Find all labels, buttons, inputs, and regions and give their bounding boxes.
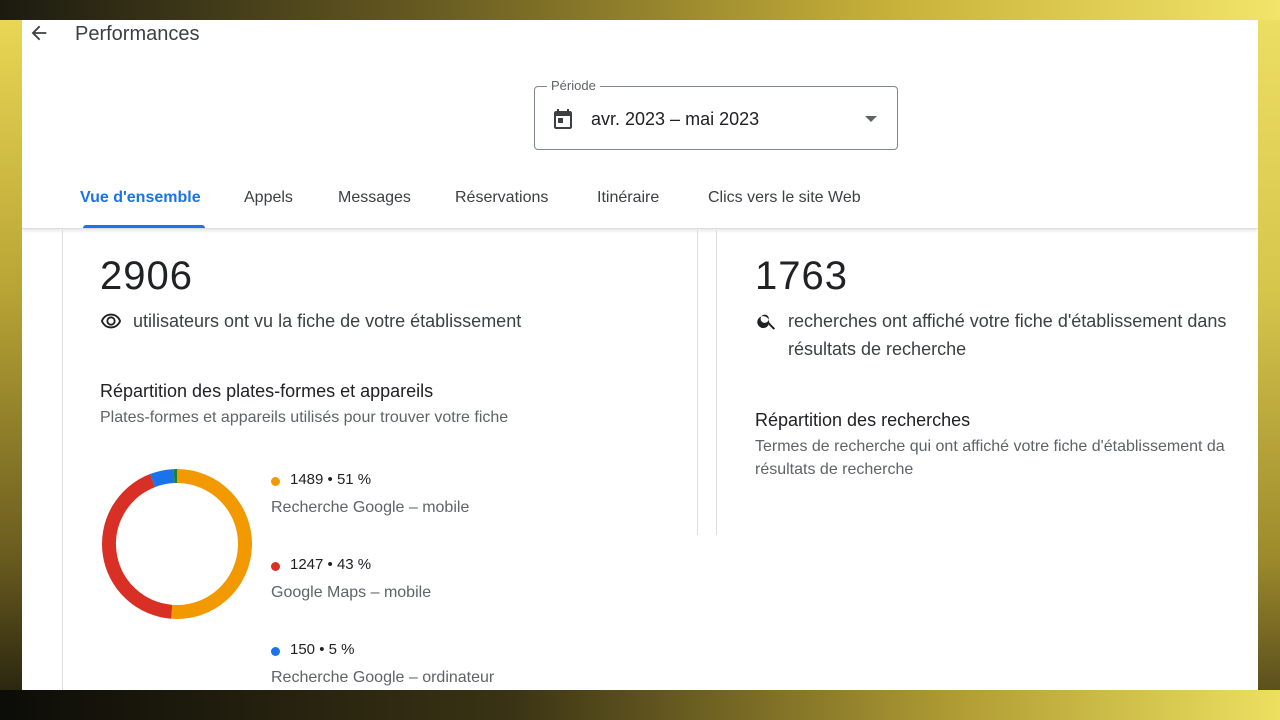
legend-dot-orange [271,477,280,486]
tab-messages[interactable]: Messages [338,189,411,207]
searches-total: 1763 [755,254,848,298]
tab-bar: Vue d'ensemble Appels Messages Réservati… [22,180,1258,229]
searches-breakdown-title: Répartition des recherches [755,410,971,430]
legend-label: Recherche Google – ordinateur [271,669,495,686]
searches-breakdown-subtitle-line2: résultats de recherche [755,461,914,478]
tab-calls[interactable]: Appels [244,189,293,207]
card-border-right [716,230,717,535]
searches-breakdown-subtitle: Termes de recherche qui ont affiché votr… [755,435,1225,481]
legend-value: 1247 • 43 % [290,556,372,573]
searches-description-line2: résultats de recherche [788,339,967,359]
search-icon [756,310,778,332]
views-description: utilisateurs ont vu la fiche de votre ét… [133,311,522,331]
card-border-middle [697,230,698,535]
eye-icon [100,310,122,332]
tab-reservations[interactable]: Réservations [455,189,548,207]
arrow-left-icon[interactable] [26,22,52,46]
platforms-subtitle: Plates-formes et appareils utilisés pour… [100,409,509,426]
donut-slice [171,469,252,619]
legend-label: Google Maps – mobile [271,584,432,601]
page-title: Performances [75,23,200,45]
top-bar: Performances [22,20,1258,48]
legend-dot-red [271,562,280,571]
legend-value: 150 • 5 % [290,641,355,658]
card-border-left [62,230,63,690]
chevron-down-icon [865,116,877,122]
performance-panel: Performances Période avr. 2023 – mai 202… [22,20,1258,690]
background-frame-left [0,20,22,690]
searches-description-line1: recherches ont affiché votre fiche d'éta… [788,311,1227,331]
background-frame-right [1258,20,1280,690]
period-label: Période [547,78,600,93]
tab-itinerary[interactable]: Itinéraire [597,189,659,207]
views-total: 2906 [100,254,193,298]
tab-overview[interactable]: Vue d'ensemble [80,189,201,207]
calendar-icon [551,107,575,131]
legend-value: 1489 • 51 % [290,471,372,488]
donut-slice [150,469,175,488]
background-frame-bottom [0,690,1280,720]
active-tab-indicator [83,225,205,228]
searches-breakdown-subtitle-line1: Termes de recherche qui ont affiché votr… [755,438,1225,455]
legend-label: Recherche Google – mobile [271,499,470,516]
period-value: avr. 2023 – mai 2023 [591,109,760,129]
donut-slice [102,474,173,619]
period-select[interactable]: Période avr. 2023 – mai 2023 [534,78,898,150]
platforms-donut-chart [102,469,252,619]
platforms-title: Répartition des plates-formes et apparei… [100,381,434,401]
legend-dot-blue [271,647,280,656]
tab-website-clicks[interactable]: Clics vers le site Web [708,189,861,207]
searches-description: recherches ont affiché votre fiche d'éta… [788,307,1226,363]
